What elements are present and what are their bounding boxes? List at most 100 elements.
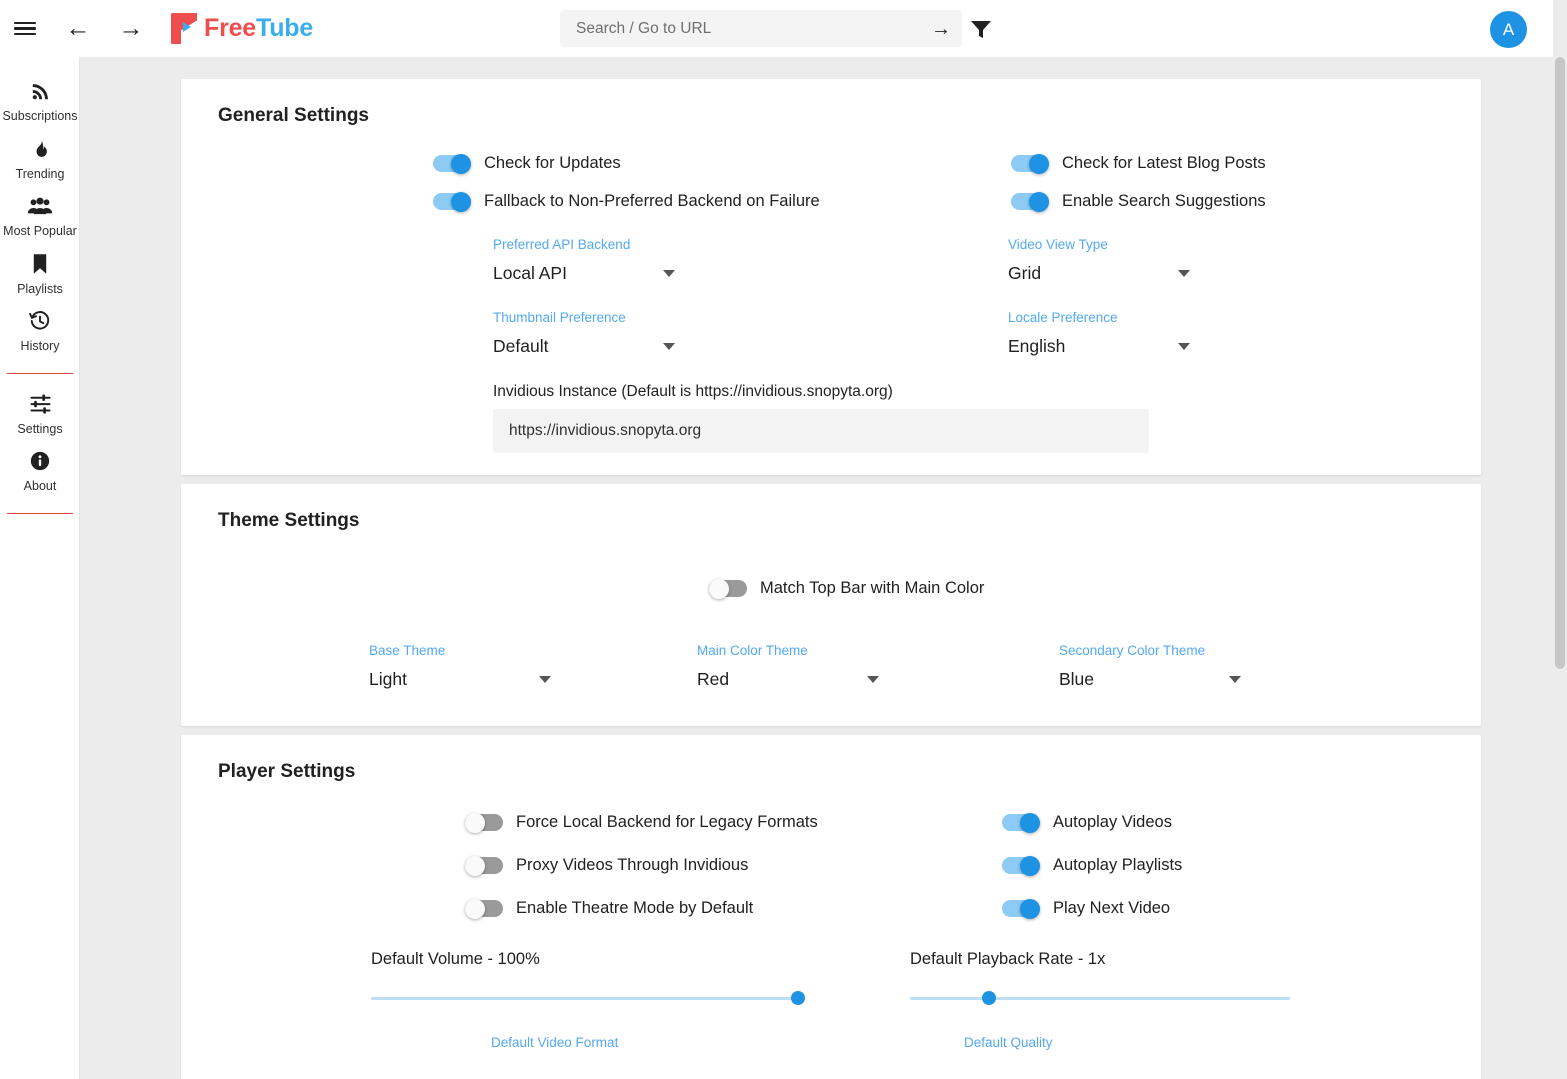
sidebar-item-subscriptions[interactable]: Subscriptions bbox=[0, 73, 80, 131]
playback-rate-label: Default Playback Rate - 1x bbox=[910, 950, 1106, 968]
sidebar-divider-top bbox=[6, 372, 73, 374]
field-secondary-color-theme: Secondary Color Theme Blue bbox=[1059, 643, 1359, 690]
search-filter-icon[interactable] bbox=[969, 17, 993, 41]
flame-icon bbox=[31, 137, 50, 161]
chevron-down-icon bbox=[663, 270, 675, 277]
general-settings-title: General Settings bbox=[218, 105, 369, 126]
toggle-autoplay-videos[interactable]: Autoplay Videos bbox=[1002, 813, 1461, 833]
sidebar-label: Settings bbox=[17, 421, 63, 436]
sidebar-item-trending[interactable]: Trending bbox=[0, 131, 80, 189]
select-locale-preference[interactable]: English bbox=[1008, 336, 1190, 357]
select-secondary-color-theme[interactable]: Blue bbox=[1059, 669, 1241, 690]
select-preferred-api-backend[interactable]: Local API bbox=[493, 263, 675, 284]
field-preferred-api-backend: Preferred API Backend Local API bbox=[493, 237, 675, 284]
toggle-force-local-backend[interactable]: Force Local Backend for Legacy Formats bbox=[465, 813, 831, 833]
back-arrow-icon[interactable]: ← bbox=[61, 12, 95, 46]
field-label: Base Theme bbox=[369, 643, 446, 658]
select-value: Blue bbox=[1059, 669, 1095, 689]
select-base-theme[interactable]: Light bbox=[369, 669, 551, 690]
toggle-fallback-backend[interactable]: Fallback to Non-Preferred Backend on Fai… bbox=[433, 192, 831, 212]
top-bar: ← → FreeTube → A bbox=[0, 0, 1553, 57]
toggle-switch[interactable] bbox=[465, 813, 503, 833]
chevron-down-icon bbox=[1178, 343, 1190, 350]
select-value: English bbox=[1008, 336, 1066, 356]
select-video-view-type[interactable]: Grid bbox=[1008, 263, 1190, 284]
sidebar-item-settings[interactable]: Settings bbox=[0, 386, 80, 444]
freetube-flag-icon bbox=[171, 13, 197, 44]
toggle-label: Check for Latest Blog Posts bbox=[1062, 154, 1266, 172]
field-label: Main Color Theme bbox=[697, 643, 808, 658]
field-label: Thumbnail Preference bbox=[493, 310, 626, 325]
field-thumbnail-preference: Thumbnail Preference Default bbox=[493, 310, 675, 357]
sidebar-label: Subscriptions bbox=[2, 109, 78, 123]
sliders-icon bbox=[29, 392, 52, 416]
toggle-switch[interactable] bbox=[433, 192, 471, 212]
sidebar-item-most-popular[interactable]: Most Popular bbox=[0, 188, 80, 246]
sidebar-navigation: Subscriptions Trending Most Popular Play… bbox=[0, 57, 80, 1079]
toggle-match-topbar[interactable]: Match Top Bar with Main Color bbox=[709, 579, 1461, 599]
toggle-play-next-video[interactable]: Play Next Video bbox=[1002, 899, 1461, 919]
toggle-switch[interactable] bbox=[1002, 813, 1040, 833]
freetube-logo[interactable]: FreeTube bbox=[171, 12, 313, 46]
field-locale-preference: Locale Preference English bbox=[1008, 310, 1190, 357]
volume-slider-block: Default Volume - 100% bbox=[371, 950, 805, 1005]
sidebar-label: Trending bbox=[15, 166, 65, 181]
toggle-switch[interactable] bbox=[1011, 154, 1049, 174]
toggle-switch[interactable] bbox=[465, 899, 503, 919]
sidebar-item-about[interactable]: About bbox=[0, 443, 80, 501]
search-input[interactable] bbox=[560, 10, 962, 47]
chevron-down-icon bbox=[539, 676, 551, 683]
search-submit-icon[interactable]: → bbox=[930, 18, 952, 40]
page-scrollbar-track[interactable] bbox=[1553, 57, 1567, 1079]
toggle-switch[interactable] bbox=[433, 154, 471, 174]
theme-settings-card: Theme Settings Match Top Bar with Main C… bbox=[181, 484, 1481, 726]
toggle-switch[interactable] bbox=[465, 856, 503, 876]
toggle-check-for-updates[interactable]: Check for Updates bbox=[433, 154, 831, 174]
page-scrollbar-thumb[interactable] bbox=[1555, 57, 1565, 669]
volume-label: Default Volume - 100% bbox=[371, 950, 540, 968]
settings-content: General Settings Check for Updates Fallb… bbox=[81, 57, 1553, 1079]
toggle-label: Play Next Video bbox=[1053, 899, 1171, 917]
invidious-instance-input[interactable] bbox=[493, 409, 1149, 453]
field-label: Secondary Color Theme bbox=[1059, 643, 1206, 658]
select-value: Red bbox=[697, 669, 730, 689]
default-video-format-label[interactable]: Default Video Format bbox=[491, 1035, 831, 1050]
select-main-color-theme[interactable]: Red bbox=[697, 669, 879, 690]
default-quality-label[interactable]: Default Quality bbox=[964, 1035, 1461, 1050]
toggle-switch[interactable] bbox=[1002, 899, 1040, 919]
toggle-label: Enable Theatre Mode by Default bbox=[516, 899, 754, 917]
sidebar-item-history[interactable]: History bbox=[0, 303, 80, 361]
avatar-initial: A bbox=[1502, 19, 1515, 39]
select-value: Local API bbox=[493, 263, 567, 283]
toggle-switch[interactable] bbox=[1002, 856, 1040, 876]
chevron-down-icon bbox=[1229, 676, 1241, 683]
toggle-label: Enable Search Suggestions bbox=[1062, 192, 1266, 210]
toggle-check-blog-posts[interactable]: Check for Latest Blog Posts bbox=[1011, 154, 1461, 174]
chevron-down-icon bbox=[867, 676, 879, 683]
sidebar-item-playlists[interactable]: Playlists bbox=[0, 246, 80, 304]
default-volume-slider[interactable] bbox=[371, 991, 805, 1005]
toggle-search-suggestions[interactable]: Enable Search Suggestions bbox=[1011, 192, 1461, 212]
user-avatar[interactable]: A bbox=[1490, 11, 1527, 48]
sidebar-label: History bbox=[20, 339, 60, 353]
toggle-proxy-videos[interactable]: Proxy Videos Through Invidious bbox=[465, 856, 831, 876]
field-label: Locale Preference bbox=[1008, 310, 1118, 325]
default-playback-rate-slider[interactable] bbox=[910, 991, 1290, 1005]
history-icon bbox=[29, 309, 51, 333]
rss-icon bbox=[30, 79, 51, 103]
select-thumbnail-preference[interactable]: Default bbox=[493, 336, 675, 357]
toggle-label: Check for Updates bbox=[484, 154, 621, 172]
theme-settings-title: Theme Settings bbox=[218, 510, 360, 531]
toggle-switch[interactable] bbox=[1011, 192, 1049, 212]
forward-arrow-icon[interactable]: → bbox=[114, 12, 148, 46]
hamburger-menu-icon[interactable] bbox=[8, 12, 42, 46]
player-settings-title: Player Settings bbox=[218, 761, 356, 782]
toggle-label: Force Local Backend for Legacy Formats bbox=[516, 813, 818, 831]
toggle-theatre-mode[interactable]: Enable Theatre Mode by Default bbox=[465, 899, 831, 919]
toggle-autoplay-playlists[interactable]: Autoplay Playlists bbox=[1002, 856, 1461, 876]
toggle-label: Match Top Bar with Main Color bbox=[760, 579, 985, 597]
select-value: Default bbox=[493, 336, 549, 356]
sidebar-label: About bbox=[23, 479, 57, 493]
toggle-switch[interactable] bbox=[709, 579, 747, 599]
select-value: Grid bbox=[1008, 263, 1042, 283]
